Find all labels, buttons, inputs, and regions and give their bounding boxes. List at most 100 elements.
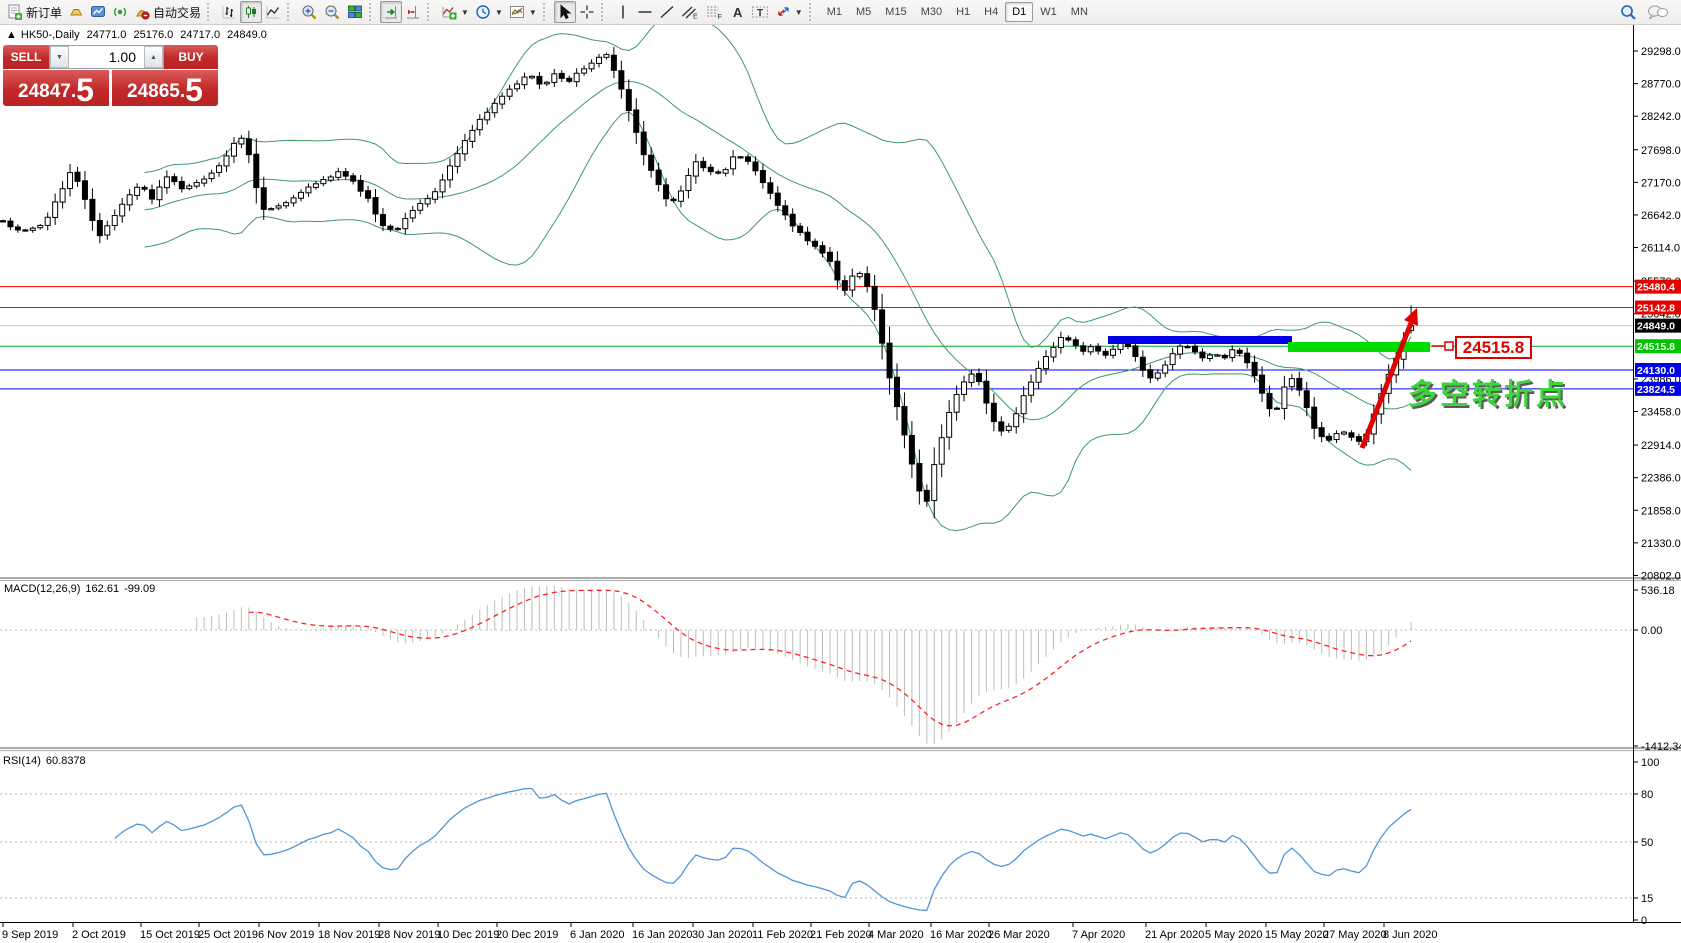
- date-tick: 30 Jan 2020: [692, 929, 753, 941]
- date-tick: 27 May 2020: [1323, 929, 1387, 941]
- date-tick: 6 Nov 2019: [258, 929, 314, 941]
- candlestick-mode-button[interactable]: [240, 1, 263, 23]
- tab-h1[interactable]: H1: [949, 2, 977, 22]
- chat-icon[interactable]: [1647, 4, 1669, 21]
- callout-anchor[interactable]: [1444, 341, 1454, 351]
- support-zone-green[interactable]: [1288, 342, 1430, 352]
- toolbar-grip: [207, 3, 213, 21]
- svg-text:F: F: [717, 14, 721, 20]
- new-order-button[interactable]: 新订单: [4, 1, 65, 23]
- date-tick: 21 Apr 2020: [1145, 929, 1204, 941]
- chart-area[interactable]: 29298.0 28770.0 28242.0 27698.0 27170.0 26642…: [0, 25, 1681, 943]
- indicators-button[interactable]: ▼: [438, 1, 472, 23]
- buy-button[interactable]: BUY: [164, 45, 218, 69]
- date-tick: 16 Jan 2020: [632, 929, 693, 941]
- volume-decrease-button[interactable]: ▼: [50, 46, 69, 68]
- price-tick: 26114.0: [1641, 243, 1680, 255]
- tab-w1[interactable]: W1: [1033, 2, 1064, 22]
- symbol-name: HK50-,Daily: [20, 29, 80, 41]
- toolbar-grip: [427, 3, 433, 21]
- date-tick: 18 Nov 2019: [318, 929, 380, 941]
- cursor-icon: [560, 4, 572, 20]
- price-tick: 26642.0: [1641, 210, 1681, 222]
- price-tick: 22386.0: [1641, 473, 1681, 485]
- tab-m1[interactable]: M1: [820, 2, 849, 22]
- vertical-line-icon: [622, 5, 624, 19]
- bar-chart-mode-button[interactable]: [218, 1, 240, 23]
- tab-m30[interactable]: M30: [914, 2, 949, 22]
- search-icon[interactable]: [1620, 4, 1637, 21]
- periods-caret[interactable]: ▼: [495, 8, 503, 17]
- fibonacci-tool[interactable]: F: [702, 1, 726, 23]
- autotrading-button[interactable]: 自动交易: [131, 1, 204, 23]
- macd-pane[interactable]: [0, 586, 1633, 744]
- tab-m15[interactable]: M15: [878, 2, 913, 22]
- signal-button[interactable]: [109, 1, 131, 23]
- date-tick: 6 Jan 2020: [570, 929, 624, 941]
- bar-chart-icon: [222, 6, 236, 19]
- main-pane[interactable]: [0, 25, 1633, 532]
- date-tick: 15 May 2020: [1265, 929, 1329, 941]
- text-label-icon: T: [751, 6, 768, 19]
- toolbar-grip: [369, 3, 375, 21]
- price-tick: 27698.0: [1641, 145, 1681, 157]
- price-tick: 22914.0: [1641, 440, 1681, 452]
- date-tick: 5 May 2020: [1205, 929, 1262, 941]
- line-chart-icon: [266, 6, 280, 19]
- arrows-caret[interactable]: ▼: [795, 8, 803, 17]
- tab-mn[interactable]: MN: [1064, 2, 1095, 22]
- pivot-annotation-text[interactable]: 多空转折点: [1408, 371, 1568, 413]
- templates-caret[interactable]: ▼: [529, 8, 537, 17]
- channel-icon: E: [681, 6, 698, 21]
- market-watch-button[interactable]: [65, 1, 87, 23]
- vertical-line-tool[interactable]: [612, 1, 634, 23]
- candlestick-chart-icon: [246, 6, 257, 18]
- zoom-out-button[interactable]: [321, 1, 344, 23]
- new-order-icon: [8, 4, 22, 20]
- resistance-zone-blue[interactable]: [1108, 336, 1292, 344]
- zoom-in-button[interactable]: [298, 1, 321, 23]
- price-tick: 20802.0: [1641, 570, 1681, 582]
- chart-shift-icon: [407, 6, 420, 19]
- signal-icon: [114, 7, 127, 17]
- tab-m5[interactable]: M5: [849, 2, 878, 22]
- templates-button[interactable]: ▼: [506, 1, 540, 23]
- arrows-tool[interactable]: ▼: [772, 1, 806, 23]
- auto-scroll-icon: [385, 6, 398, 19]
- sell-button[interactable]: SELL: [3, 45, 49, 69]
- equidistant-channel-tool[interactable]: E: [678, 1, 702, 23]
- cursor-tool-button[interactable]: [553, 1, 576, 23]
- volume-input[interactable]: 1.00: [69, 46, 144, 68]
- horizontal-line-tool[interactable]: [634, 1, 656, 23]
- tile-windows-button[interactable]: [344, 1, 366, 23]
- rsi-tick: 50: [1641, 837, 1653, 849]
- text-tool[interactable]: A: [726, 1, 748, 23]
- crosshair-tool-button[interactable]: [576, 1, 598, 23]
- tab-h4[interactable]: H4: [977, 2, 1005, 22]
- clock-icon: [476, 5, 490, 19]
- line-chart-mode-button[interactable]: [262, 1, 284, 23]
- rsi-pane[interactable]: [0, 787, 1633, 912]
- zoom-out-icon: [325, 5, 340, 19]
- text-label-tool[interactable]: T: [748, 1, 772, 23]
- date-tick: 2 Oct 2019: [72, 929, 126, 941]
- indicators-icon: [442, 7, 457, 20]
- trendline-tool[interactable]: [656, 1, 678, 23]
- chart-shift-button[interactable]: [402, 1, 424, 23]
- terminal-button[interactable]: [87, 1, 109, 23]
- svg-text:E: E: [693, 14, 698, 21]
- date-tick: 21 Feb 2020: [810, 929, 872, 941]
- crosshair-icon: [580, 5, 594, 19]
- volume-increase-button[interactable]: ▲: [144, 46, 163, 68]
- date-tick: 25 Oct 2019: [198, 929, 258, 941]
- sell-price[interactable]: 24847. 5: [3, 70, 109, 106]
- auto-scroll-button[interactable]: [380, 1, 403, 23]
- tab-d1[interactable]: D1: [1005, 2, 1034, 22]
- buy-price[interactable]: 24865. 5: [112, 70, 218, 106]
- price-callout-box[interactable]: 24515.8: [1455, 336, 1532, 359]
- indicators-caret[interactable]: ▼: [461, 8, 469, 17]
- bollinger-lower: [144, 111, 1412, 532]
- trend-arrow[interactable]: [1359, 322, 1414, 449]
- date-tick: 10 Dec 2019: [437, 929, 499, 941]
- periods-button[interactable]: ▼: [472, 1, 506, 23]
